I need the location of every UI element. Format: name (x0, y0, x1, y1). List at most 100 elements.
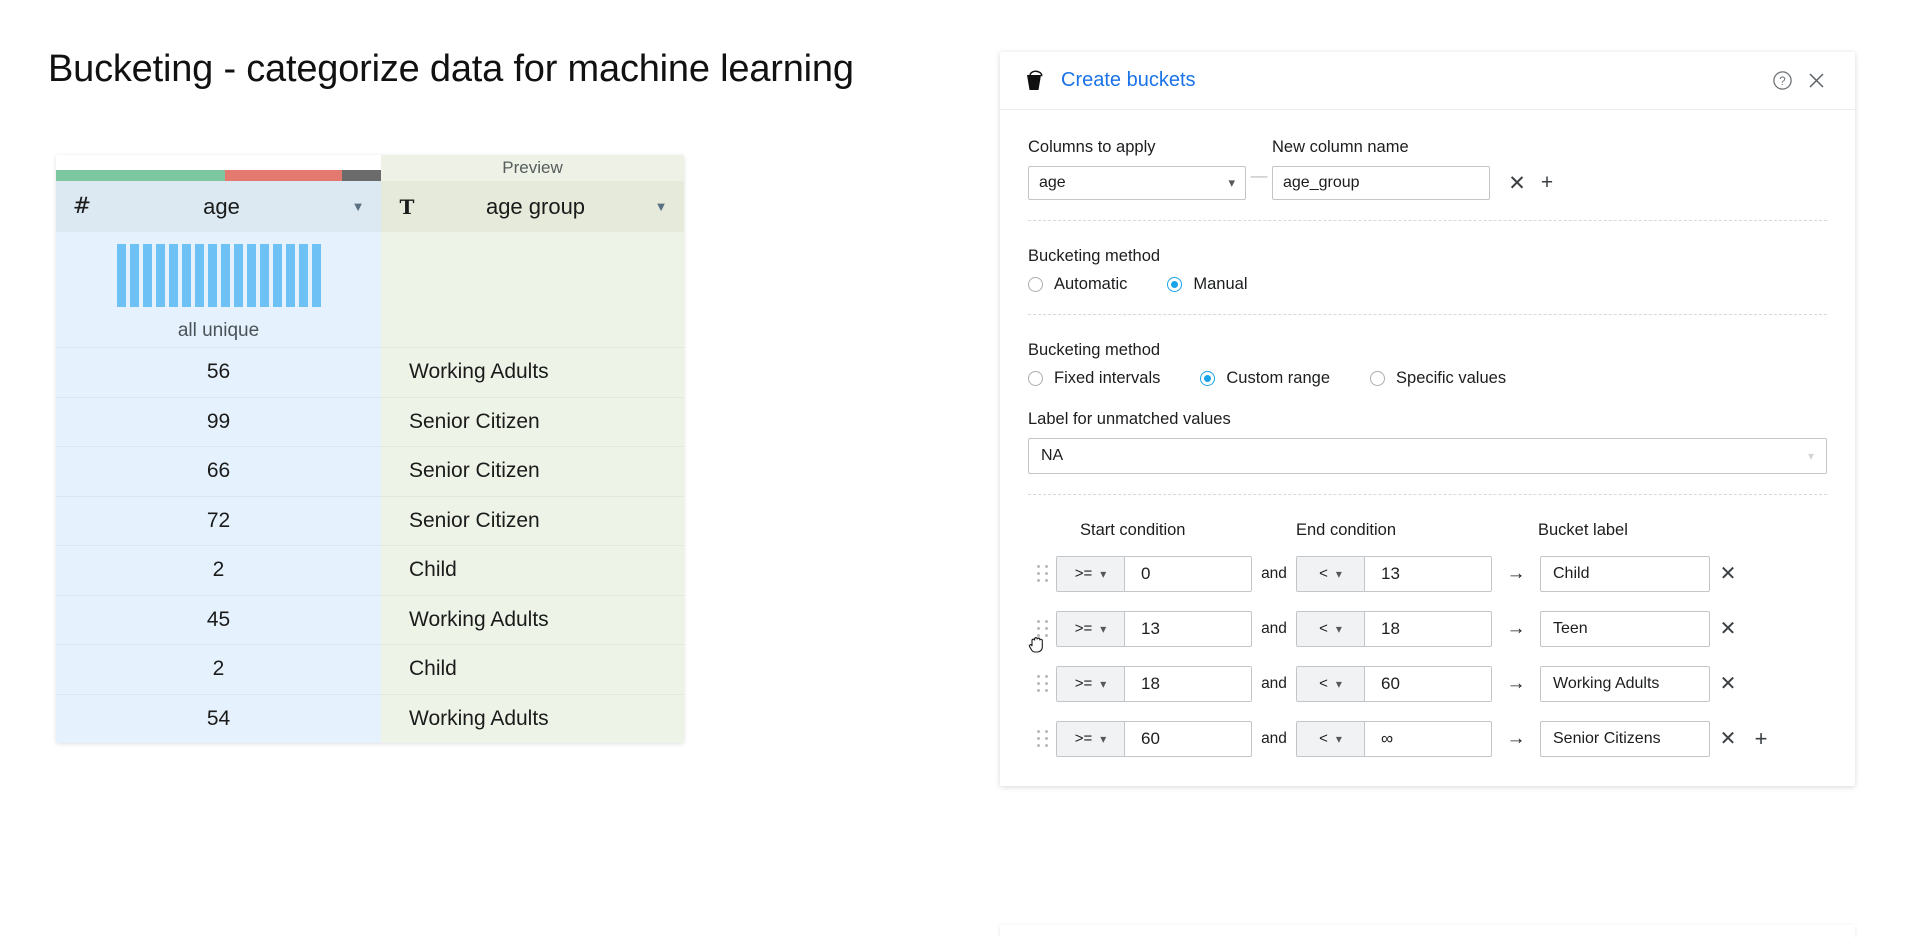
cell-age: 45 (56, 594, 381, 644)
drag-handle[interactable] (1028, 675, 1056, 692)
start-operator-value: >= (1074, 565, 1093, 582)
end-condition-group[interactable]: < ▾ 18 (1296, 610, 1492, 647)
bucket-label-value: Working Adults (1553, 674, 1660, 692)
bucket-rule-row: >= ▾ 0 and < ▾ 13 → Child ✕ (1028, 546, 1827, 601)
close-icon[interactable] (1799, 64, 1833, 98)
drag-handle[interactable] (1028, 730, 1056, 747)
column-header-age-group[interactable]: T age group ▼ (381, 181, 684, 232)
remove-rule-button[interactable]: ✕ (1710, 726, 1746, 751)
preview-badge: Preview (381, 155, 684, 181)
start-condition-group[interactable]: >= ▾ 0 (1056, 555, 1252, 592)
age-histogram: all unique (56, 232, 381, 347)
and-connector: and (1261, 674, 1287, 692)
start-value-input[interactable]: 13 (1125, 612, 1251, 646)
remove-rule-button[interactable]: ✕ (1710, 561, 1746, 586)
table-row[interactable]: 56 Working Adults (56, 347, 684, 397)
bucketing-method-radios: Automatic Manual (1028, 275, 1827, 294)
table-row[interactable]: 72 Senior Citizen (56, 495, 684, 545)
start-value-input[interactable]: 0 (1125, 557, 1251, 591)
chevron-down-icon[interactable]: ▼ (335, 199, 381, 214)
remove-column-mapping-button[interactable]: ✕ (1502, 166, 1532, 200)
add-rule-button[interactable]: + (1746, 726, 1776, 752)
header-spacer (1500, 521, 1538, 540)
chevron-down-icon: ▾ (1335, 731, 1342, 746)
table-row[interactable]: 99 Senior Citizen (56, 396, 684, 446)
create-buckets-dialog: Create buckets ? Columns to apply age ▾ … (1000, 52, 1855, 786)
drag-dots-icon (1036, 675, 1048, 692)
histogram-bar (272, 244, 282, 307)
start-operator-value: >= (1074, 730, 1093, 747)
column-header-age-group-label: age group (485, 193, 586, 219)
end-value-input[interactable]: 60 (1365, 667, 1491, 701)
new-column-name-input[interactable]: age_group (1272, 166, 1490, 200)
page-title: Bucketing - categorize data for machine … (48, 48, 854, 90)
radio-custom-range-dot (1200, 371, 1216, 386)
start-value-input[interactable]: 60 (1125, 722, 1251, 756)
bucket-label-input[interactable]: Senior Citizens (1540, 720, 1710, 757)
chevron-down-icon[interactable]: ▼ (638, 199, 684, 214)
end-operator-select[interactable]: < ▾ (1297, 556, 1365, 591)
drag-handle[interactable] (1028, 620, 1056, 653)
bucketing-method-label: Bucketing method (1028, 247, 1161, 265)
end-value-input[interactable]: ∞ (1365, 722, 1491, 756)
end-condition-group[interactable]: < ▾ 13 (1296, 555, 1492, 592)
radio-custom-range[interactable]: Custom range (1200, 369, 1330, 388)
start-condition-group[interactable]: >= ▾ 18 (1056, 665, 1252, 702)
end-condition-group[interactable]: < ▾ 60 (1296, 665, 1492, 702)
start-operator-select[interactable]: >= ▾ (1057, 611, 1125, 646)
end-value-input[interactable]: 13 (1365, 557, 1491, 591)
help-circle-icon[interactable]: ? (1765, 64, 1799, 98)
radio-automatic[interactable]: Automatic (1028, 275, 1127, 294)
table-row[interactable]: 54 Working Adults (56, 693, 684, 743)
bucket-label-input[interactable]: Child (1540, 555, 1710, 592)
radio-manual-dot (1167, 277, 1183, 292)
end-operator-select[interactable]: < ▾ (1297, 666, 1365, 701)
columns-to-apply-label: Columns to apply (1028, 138, 1156, 156)
end-condition-group[interactable]: < ▾ ∞ (1296, 720, 1492, 757)
table-row[interactable]: 45 Working Adults (56, 594, 684, 644)
bucket-label-value: Senior Citizens (1553, 729, 1661, 747)
join-dash: — (1250, 166, 1268, 185)
radio-specific-values[interactable]: Specific values (1370, 369, 1506, 388)
cell-age: 2 (56, 545, 381, 595)
chevron-down-icon: ▾ (1100, 676, 1107, 691)
start-condition-group[interactable]: >= ▾ 13 (1056, 610, 1252, 647)
remove-rule-button[interactable]: ✕ (1710, 671, 1746, 696)
column-header-age[interactable]: # age ▼ (56, 181, 381, 232)
add-column-mapping-button[interactable]: + (1532, 166, 1562, 200)
bucket-label-input[interactable]: Teen (1540, 610, 1710, 647)
start-operator-value: >= (1074, 620, 1093, 637)
start-operator-select[interactable]: >= ▾ (1057, 666, 1125, 701)
bucket-label-value: Teen (1553, 619, 1588, 637)
start-operator-select[interactable]: >= ▾ (1057, 556, 1125, 591)
histogram-bar (285, 244, 295, 307)
dialog-footer-strip (1000, 925, 1855, 937)
table-row[interactable]: 66 Senior Citizen (56, 446, 684, 496)
end-operator-select[interactable]: < ▾ (1297, 611, 1365, 646)
histogram-bar (194, 244, 204, 307)
chevron-down-icon: ▾ (1100, 566, 1107, 581)
unmatched-values-input[interactable]: NA ▾ (1028, 438, 1827, 474)
remove-rule-button[interactable]: ✕ (1710, 616, 1746, 641)
cell-age-group: Working Adults (381, 693, 684, 743)
drag-handle[interactable] (1028, 565, 1056, 582)
chevron-down-icon: ▾ (1335, 676, 1342, 691)
start-operator-select[interactable]: >= ▾ (1057, 721, 1125, 756)
start-value-input[interactable]: 18 (1125, 667, 1251, 701)
table-row[interactable]: 2 Child (56, 644, 684, 694)
source-column-value: age (1039, 174, 1066, 191)
end-operator-select[interactable]: < ▾ (1297, 721, 1365, 756)
radio-fixed-intervals[interactable]: Fixed intervals (1028, 369, 1160, 388)
start-condition-group[interactable]: >= ▾ 60 (1056, 720, 1252, 757)
end-value-input[interactable]: 18 (1365, 612, 1491, 646)
chevron-down-icon: ▾ (1100, 621, 1107, 636)
unmatched-values-label: Label for unmatched values (1028, 410, 1231, 428)
source-column-select[interactable]: age ▾ (1028, 166, 1246, 200)
histogram-bar (116, 244, 126, 307)
histogram-bar (259, 244, 269, 307)
bucket-label-value: Child (1553, 564, 1590, 582)
radio-manual[interactable]: Manual (1167, 275, 1248, 294)
text-type-icon: T (399, 194, 415, 219)
bucket-label-input[interactable]: Working Adults (1540, 665, 1710, 702)
table-row[interactable]: 2 Child (56, 545, 684, 595)
